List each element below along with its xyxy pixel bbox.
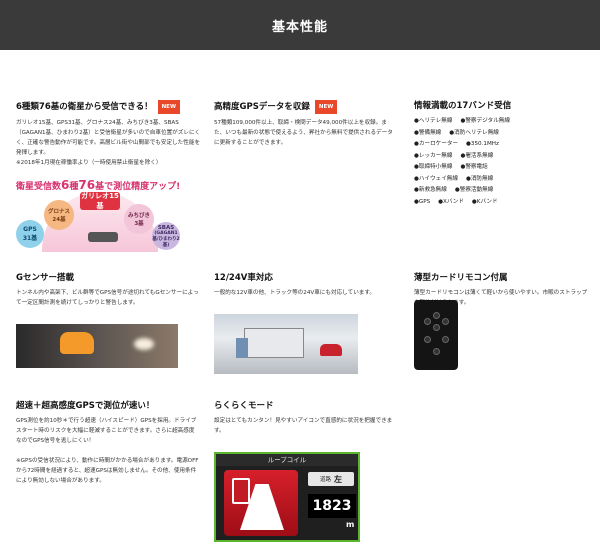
section-title: Gセンサー搭載 bbox=[16, 273, 74, 283]
sign-side: 左 bbox=[334, 474, 342, 484]
truck-image bbox=[244, 328, 304, 358]
glonass-satellite-badge: グロナス 24基 bbox=[44, 200, 74, 230]
remote-button bbox=[433, 348, 440, 355]
gps-satellite-badge: GPS 31基 bbox=[16, 220, 44, 248]
section-body: トンネル内や高架下、ビル群等でGPS信号が途切れてもGセンサーによって一定区間計… bbox=[16, 290, 199, 306]
headline-num2: 76 bbox=[78, 178, 96, 192]
device-icon bbox=[232, 478, 250, 504]
band-row: ●レッカー無線 ●署活系無線 bbox=[414, 151, 590, 163]
loop-coil-icon bbox=[224, 470, 298, 536]
band-item: ●カーロケーター bbox=[414, 141, 459, 147]
band-item: ●消防無線 bbox=[465, 175, 494, 182]
remote-button bbox=[433, 312, 440, 319]
sbas-satellite-badge: SBAS (GAGAN1基/ひまわり2基) bbox=[152, 222, 180, 250]
remote-button bbox=[424, 336, 431, 343]
section-gsensor: Gセンサー搭載 トンネル内や高架下、ビル群等でGPS信号が途切れてもGセンサーに… bbox=[16, 272, 200, 308]
band-item: ●警察電話 bbox=[460, 164, 488, 170]
section-bands: 情報満載の17バンド受信 ●ヘリテレ無線 ●警察デジタル無線 ●警備無線 ●消防ヘリテ… bbox=[414, 100, 590, 208]
tunnel-photo bbox=[16, 324, 178, 368]
gps-count: 31基 bbox=[22, 235, 38, 242]
satellite-headline: 衛星受信数6種76基で測位精度アップ! bbox=[16, 178, 180, 192]
michibiki-name: みちびき bbox=[127, 213, 150, 219]
band-row: ●新救急無線 ●警察活動無線 bbox=[414, 185, 590, 197]
loop-coil-display: ループコイル 道路 左 1823 m bbox=[214, 452, 360, 542]
band-row: ●GPS ●Xバンド ●Kバンド bbox=[414, 197, 590, 209]
remote-button bbox=[424, 318, 431, 325]
section-power: 12/24V車対応 一般的な12V車の他、トラック等の24V車にも対応しています… bbox=[214, 272, 400, 298]
band-row: ●ハイウェイ無線 ●消防無線 bbox=[414, 174, 590, 186]
band-item: ●取締特小無線 bbox=[414, 164, 453, 170]
section-body: 設定はとてもカンタン！見やすいアイコンで直感的に状況を把握できます。 bbox=[214, 418, 393, 434]
band-item: ●Xバンド bbox=[438, 198, 464, 205]
section-fast-gps: 超速＋超高感度GPSで測位が速い！ GPS測位を約10秒＊で行う超速（ハイスピー… bbox=[16, 400, 200, 486]
display-title: ループコイル bbox=[216, 454, 358, 466]
section-body: ガリレオ15基、GPS31基、グロナス24基、みちびき3基、SBAS（GAGAN… bbox=[16, 118, 202, 168]
gps-name: GPS bbox=[23, 226, 37, 233]
band-item: ●レッカー無線 bbox=[414, 152, 453, 159]
michibiki-satellite-badge: みちびき 3基 bbox=[124, 204, 154, 234]
section-title-text: 高精度GPSデータを収録 bbox=[214, 102, 310, 112]
band-row: ●カーロケーター ●350.1MHz bbox=[414, 139, 590, 151]
glonass-count: 24基 bbox=[52, 217, 66, 223]
band-item: ●警察活動無線 bbox=[454, 187, 494, 193]
page-header: 基本性能 bbox=[0, 0, 600, 50]
remote-button bbox=[442, 318, 449, 325]
band-item: ●警察デジタル無線 bbox=[460, 118, 510, 124]
page-title: 基本性能 bbox=[271, 19, 328, 35]
section-title-text: 6種類76基の衛星から受信できる！ bbox=[16, 102, 153, 112]
distance-unit: m bbox=[346, 520, 355, 529]
band-item: ●警備無線 bbox=[414, 129, 442, 136]
section-title: 6種類76基の衛星から受信できる！ NEW bbox=[16, 100, 202, 114]
glonass-name: グロナス bbox=[47, 209, 70, 215]
car-image bbox=[60, 332, 94, 354]
band-list: ●ヘリテレ無線 ●警察デジタル無線 ●警備無線 ●消防ヘリテレ無線 ●カーロケーター ●3… bbox=[414, 116, 590, 208]
section-title: 高精度GPSデータを収録 NEW bbox=[214, 100, 398, 114]
band-item: ●Kバンド bbox=[471, 198, 498, 205]
section-gps-data: 高精度GPSデータを収録 NEW 57種類109,000件以上、取締・検問データ… bbox=[214, 100, 398, 148]
section-title: 情報満載の17バンド受信 bbox=[414, 101, 512, 111]
band-row: ●ヘリテレ無線 ●警察デジタル無線 bbox=[414, 116, 590, 128]
note-text: ※GPSの受信状況により、動作に時間がかかる場合があります。電源OFFから72時… bbox=[16, 458, 199, 484]
band-item: ●消防ヘリテレ無線 bbox=[449, 129, 499, 136]
new-badge: NEW bbox=[314, 100, 338, 114]
remote-button bbox=[442, 336, 449, 343]
section-title: 超速＋超高感度GPSで測位が速い！ bbox=[16, 401, 155, 411]
band-row: ●取締特小無線 ●警察電話 bbox=[414, 162, 590, 174]
sbas-detail: (GAGAN1基/ひまわり2基) bbox=[152, 230, 180, 248]
headline-pre: 衛星受信数 bbox=[16, 182, 62, 192]
section-title: らくらくモード bbox=[214, 401, 274, 411]
galileo-satellite-badge: ガリレオ15基 bbox=[80, 192, 120, 210]
road-side-sign: 道路 左 bbox=[308, 472, 354, 486]
band-item: ●GPS bbox=[414, 198, 431, 205]
band-item: ●ヘリテレ無線 bbox=[414, 118, 453, 124]
satellite-graphic: 衛星受信数6種76基で測位精度アップ! GPS 31基 グロナス 24基 ガリレ… bbox=[16, 178, 180, 254]
section-body: 57種類109,000件以上、取締・検問データ49,000件以上を収録。また、い… bbox=[214, 120, 393, 146]
band-item: ●ハイウェイ無線 bbox=[414, 175, 458, 182]
section-body: GPS測位を約10秒＊で行う超速（ハイスピード）GPSを採用。ドライブスタート時… bbox=[16, 416, 200, 486]
section-body: 一般的な12V車の他、トラック等の24V車にも対応しています。 bbox=[214, 290, 376, 296]
card-remote-photo bbox=[414, 300, 458, 370]
red-car-image bbox=[320, 344, 342, 356]
new-badge: NEW bbox=[157, 100, 181, 114]
michibiki-count: 3基 bbox=[134, 221, 144, 227]
band-item: ●新救急無線 bbox=[414, 187, 447, 193]
sign-label: 道路 bbox=[319, 477, 331, 483]
band-item: ●署活系無線 bbox=[460, 152, 494, 159]
body-text: ガリレオ15基、GPS31基、グロナス24基、みちびき3基、SBAS（GAGAN… bbox=[16, 120, 201, 156]
section-satellite: 6種類76基の衛星から受信できる！ NEW ガリレオ15基、GPS31基、グロナ… bbox=[16, 100, 202, 168]
section-easy-mode: らくらくモード 設定はとてもカンタン！見やすいアイコンで直感的に状況を把握できま… bbox=[214, 400, 400, 436]
section-title: 12/24V車対応 bbox=[214, 273, 273, 283]
band-item: ●350.1MHz bbox=[466, 141, 499, 147]
body-text: GPS測位を約10秒＊で行う超速（ハイスピード）GPSを採用。ドライブスタート時… bbox=[16, 418, 197, 444]
section-title: 薄型カードリモコン付属 bbox=[414, 273, 508, 283]
note-text: ※2018年1月現在稼働率より（一時使用禁止衛星を除く） bbox=[16, 160, 162, 166]
radar-device-icon bbox=[88, 232, 118, 242]
truck-cab bbox=[236, 338, 248, 358]
distance-readout: 1823 bbox=[308, 494, 356, 518]
band-row: ●警備無線 ●消防ヘリテレ無線 bbox=[414, 128, 590, 140]
remote-button bbox=[433, 324, 440, 331]
highway-photo bbox=[214, 314, 358, 374]
tunnel-light bbox=[134, 338, 154, 350]
